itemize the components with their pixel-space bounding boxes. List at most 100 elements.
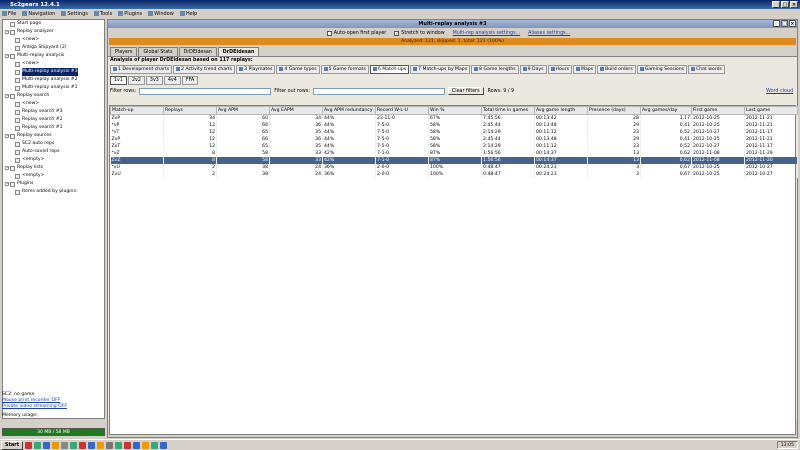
filter-rows-input[interactable]: [139, 87, 272, 95]
menu-window[interactable]: Window: [148, 11, 174, 17]
taskbar-app-icon[interactable]: [151, 441, 158, 449]
sub-tab[interactable]: Gaming Sessions: [636, 64, 688, 74]
tree-item[interactable]: Multi-replay analysis #2: [3, 76, 104, 84]
expand-toggle-icon[interactable]: −: [5, 134, 9, 138]
tab-players[interactable]: Players: [110, 47, 138, 56]
tree-item[interactable]: Replay search #1: [3, 124, 104, 132]
internal-close-button[interactable]: ×: [789, 20, 796, 27]
tree-item[interactable]: − Plugins: [3, 180, 104, 188]
tree-item[interactable]: Start page: [3, 20, 104, 28]
taskbar-app-icon[interactable]: [34, 441, 41, 449]
table-row[interactable]: *vT 12 65 35 44% 7-5-0 58% 2:14:29 00:11:12 23 0,5…: [110, 129, 798, 136]
tab-global-stats[interactable]: Global Stats: [138, 47, 178, 56]
column-header[interactable]: Match-up: [110, 106, 164, 115]
menu-settings[interactable]: Settings: [61, 11, 88, 17]
tree-item[interactable]: Auto-saved reps: [3, 148, 104, 156]
internal-minimize-button[interactable]: _: [773, 20, 780, 27]
column-header[interactable]: Replays: [163, 106, 217, 115]
column-header[interactable]: Avg game length: [534, 106, 588, 115]
tree-item[interactable]: <new>: [3, 60, 104, 68]
taskbar-app-icon[interactable]: [52, 441, 59, 449]
column-header[interactable]: Avg EAPM: [269, 106, 323, 115]
table-row[interactable]: ZvP 34 60 34 44% 23-11-0 67% 7:45:56 00:13:42 28 1…: [110, 114, 798, 122]
aliases-settings-link[interactable]: Aliases settings...: [528, 31, 570, 36]
column-header[interactable]: Avg games/day: [640, 106, 692, 115]
taskbar-app-icon[interactable]: [142, 441, 149, 449]
tree-item[interactable]: − Replay search: [3, 92, 104, 100]
stretch-checkbox[interactable]: ✓ Stretch to window: [394, 30, 445, 36]
taskbar-app-icon[interactable]: [124, 441, 131, 449]
tree-item[interactable]: <new>: [3, 100, 104, 108]
tree-item[interactable]: Multi-replay analysis #1: [3, 84, 104, 92]
taskbar-app-icon[interactable]: [160, 441, 167, 449]
taskbar-app-icon[interactable]: [88, 441, 95, 449]
table-row[interactable]: ZvT 12 65 35 44% 7-5-0 58% 2:14:29 00:11:12 23 0,5…: [110, 143, 798, 150]
column-header[interactable]: Presence (days): [587, 106, 641, 115]
tree-item[interactable]: − Replay sources: [3, 132, 104, 140]
tab-player-1[interactable]: DrDEIdesan: [178, 47, 217, 56]
menu-navigation[interactable]: Navigation: [22, 11, 55, 17]
taskbar-app-icon[interactable]: [115, 441, 122, 449]
tree-item[interactable]: <new>: [3, 36, 104, 44]
sub-tab[interactable]: Build orders: [597, 64, 636, 74]
start-button[interactable]: Start: [1, 440, 23, 450]
sub-tab[interactable]: 3 Playmates: [236, 64, 276, 74]
tree-item[interactable]: − Multi-replay analysis: [3, 52, 104, 60]
sub-tab[interactable]: 2 Activity trend charts: [173, 64, 236, 74]
tree-item[interactable]: Replay search #2: [3, 116, 104, 124]
format-tab[interactable]: 2v2: [127, 75, 145, 85]
table-row[interactable]: *vZ 8 58 33 42% 7-1-0 87% 1:56:56 00:14:37 13 0,62…: [110, 150, 798, 157]
memory-usage-bar[interactable]: 30 MB / 58 MB: [2, 428, 105, 436]
column-header[interactable]: First game: [691, 106, 745, 115]
sub-tab[interactable]: Chat words: [688, 64, 725, 74]
menu-plugins[interactable]: Plugins: [118, 11, 142, 17]
taskbar-app-icon[interactable]: [133, 441, 140, 449]
column-header[interactable]: Total time in games: [481, 106, 535, 115]
column-header[interactable]: Record W-L-U: [375, 106, 429, 115]
table-row[interactable]: *vU 2 38 24 36% 2-0-0 100% 0:48:47 00:24:23 3 0,67…: [110, 164, 798, 171]
tree-item[interactable]: Multi-replay analysis #3: [3, 68, 104, 76]
expand-toggle-icon[interactable]: −: [5, 30, 9, 34]
format-tab[interactable]: 1v1: [110, 75, 127, 85]
tab-player-2[interactable]: DrDEIdesan: [217, 47, 260, 56]
sub-tab[interactable]: Hours: [547, 64, 572, 74]
column-header[interactable]: Win %: [428, 106, 482, 115]
filter-out-input[interactable]: [312, 87, 445, 95]
clear-filters-button[interactable]: Clear filters: [447, 87, 484, 95]
multi-rep-settings-link[interactable]: Multi-rep analysis settings...: [453, 31, 521, 36]
sub-tab[interactable]: 1 Development charts: [110, 64, 173, 74]
auto-open-checkbox[interactable]: Auto-open first player: [326, 30, 386, 36]
tree-item[interactable]: Antiga Shipyard (2): [3, 44, 104, 52]
taskbar-app-icon[interactable]: [70, 441, 77, 449]
taskbar-app-icon[interactable]: [106, 441, 113, 449]
taskbar-app-icon[interactable]: [79, 441, 86, 449]
word-cloud-link[interactable]: Word cloud: [766, 89, 793, 94]
menu-file[interactable]: File: [2, 11, 16, 17]
expand-toggle-icon[interactable]: [5, 22, 9, 26]
format-tab[interactable]: FFA: [181, 75, 199, 85]
sub-tab[interactable]: Maps: [572, 64, 597, 74]
tree-item[interactable]: Items added by plugins:: [3, 188, 104, 196]
sub-tab[interactable]: 5 Game formats: [320, 64, 369, 74]
expand-toggle-icon[interactable]: −: [5, 182, 9, 186]
tree-item[interactable]: − Replay analyzer: [3, 28, 104, 36]
tree-item[interactable]: SC2 auto reps: [3, 140, 104, 148]
expand-toggle-icon[interactable]: −: [5, 94, 9, 98]
sub-tab[interactable]: 6 Match-ups: [369, 64, 410, 74]
sub-tab[interactable]: 8 Game lengths: [471, 64, 519, 74]
table-row[interactable]: ZvZ 8 58 33 42% 7-1-0 87% 1:56:56 00:14:37 13 0,62…: [110, 157, 798, 164]
column-header[interactable]: Last game: [744, 106, 798, 115]
video-streaming-link[interactable]: Private video streaming OFF: [2, 404, 105, 410]
minimize-button[interactable]: _: [772, 1, 780, 8]
expand-toggle-icon[interactable]: −: [5, 54, 9, 58]
taskbar-app-icon[interactable]: [61, 441, 68, 449]
sub-tab[interactable]: 7 Match-ups by Maps: [410, 64, 471, 74]
taskbar-app-icon[interactable]: [25, 441, 32, 449]
menu-tools[interactable]: Tools: [93, 11, 112, 17]
sub-tab[interactable]: 4 Game types: [276, 64, 320, 74]
column-header[interactable]: Avg APM: [216, 106, 270, 115]
table-row[interactable]: ZvU 2 38 24 36% 2-0-0 100% 0:48:47 00:24:23 3 0,67…: [110, 171, 798, 178]
column-header[interactable]: Avg APM redundancy: [322, 106, 376, 115]
expand-toggle-icon[interactable]: −: [5, 166, 9, 170]
tree-item[interactable]: <empty>: [3, 156, 104, 164]
